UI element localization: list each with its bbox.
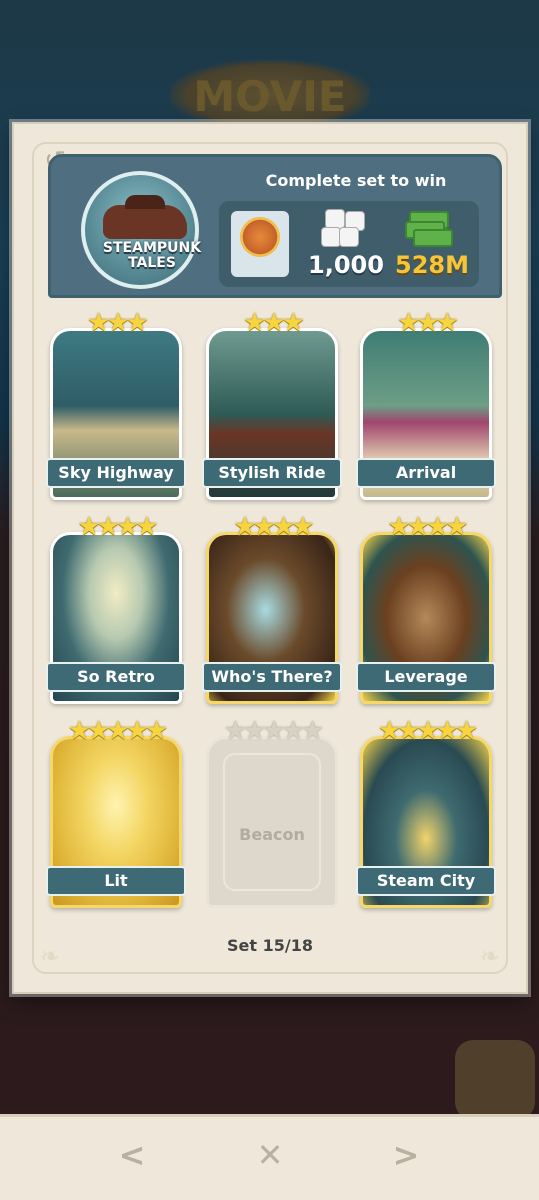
dice-reward: 1,000 [308, 251, 384, 279]
car-icon [103, 195, 187, 239]
cash-icon [401, 207, 459, 249]
reward-box: 1,000 528M [219, 201, 479, 287]
chevron-left-icon: < [118, 1136, 146, 1174]
card-label: Beacon [239, 825, 305, 844]
set-name: STEAMPUNK TALES [102, 240, 202, 271]
star-rating: ★★★★★ [67, 716, 169, 746]
card-label: Steam City [356, 866, 496, 896]
card-stylish-ride[interactable]: ★★★ Stylish Ride [202, 308, 342, 500]
close-button[interactable]: ✕ [250, 1135, 290, 1175]
star-rating: ★★★ [243, 308, 305, 338]
empty-card-slot: Beacon [206, 736, 338, 908]
card-arrival[interactable]: ★★★ Arrival [356, 308, 496, 500]
star-rating: ★★★★ [387, 512, 468, 542]
close-icon: ✕ [256, 1136, 284, 1174]
sticker-icon [231, 211, 289, 277]
bottom-nav-bar: < ✕ > [0, 1114, 539, 1200]
star-rating: ★★★★★ [377, 716, 479, 746]
card-sky-highway[interactable]: +1 ★★★ Sky Highway [46, 308, 186, 500]
card-label: Arrival [356, 458, 496, 488]
star-rating: ★★★★ [77, 512, 158, 542]
card-label: Lit [46, 866, 186, 896]
card-label: Who's There? [202, 662, 342, 692]
star-rating: ★★★★★ [223, 716, 325, 746]
header-title: Complete set to win [265, 171, 447, 190]
set-emblem [81, 171, 199, 289]
background-title: MOVIE [170, 60, 370, 130]
card-leverage[interactable]: ★★★★ Leverage [356, 512, 496, 704]
cash-reward: 528M [395, 251, 469, 279]
card-label: Sky Highway [46, 458, 186, 488]
dice-icon [321, 209, 369, 249]
card-label: So Retro [46, 662, 186, 692]
card-beacon-missing[interactable]: Beacon ★★★★★ [206, 718, 338, 908]
prev-button[interactable]: < [112, 1135, 152, 1175]
star-rating: ★★★ [87, 308, 149, 338]
card-lit[interactable]: ★★★★★ Lit [46, 716, 186, 908]
card-label: Stylish Ride [202, 458, 342, 488]
album-panel: ❧ ❧ ❧ ↺ STEAMPUNK TALES Complete set to … [12, 122, 528, 994]
set-progress: Set 15/18 [227, 936, 313, 955]
card-whos-there[interactable]: ★★★★ Who's There? [202, 512, 342, 704]
set-header: STEAMPUNK TALES Complete set to win 1,00… [48, 154, 502, 298]
chevron-right-icon: > [392, 1136, 420, 1174]
card-so-retro[interactable]: ★★★★ So Retro [46, 512, 186, 704]
next-button[interactable]: > [386, 1135, 426, 1175]
star-rating: ★★★ [397, 308, 459, 338]
star-rating: ★★★★ [233, 512, 314, 542]
card-steam-city[interactable]: ★★★★★ Steam City [356, 716, 496, 908]
background-title-text: MOVIE [193, 72, 347, 121]
card-label: Leverage [356, 662, 496, 692]
background-card-icon [455, 1040, 535, 1120]
